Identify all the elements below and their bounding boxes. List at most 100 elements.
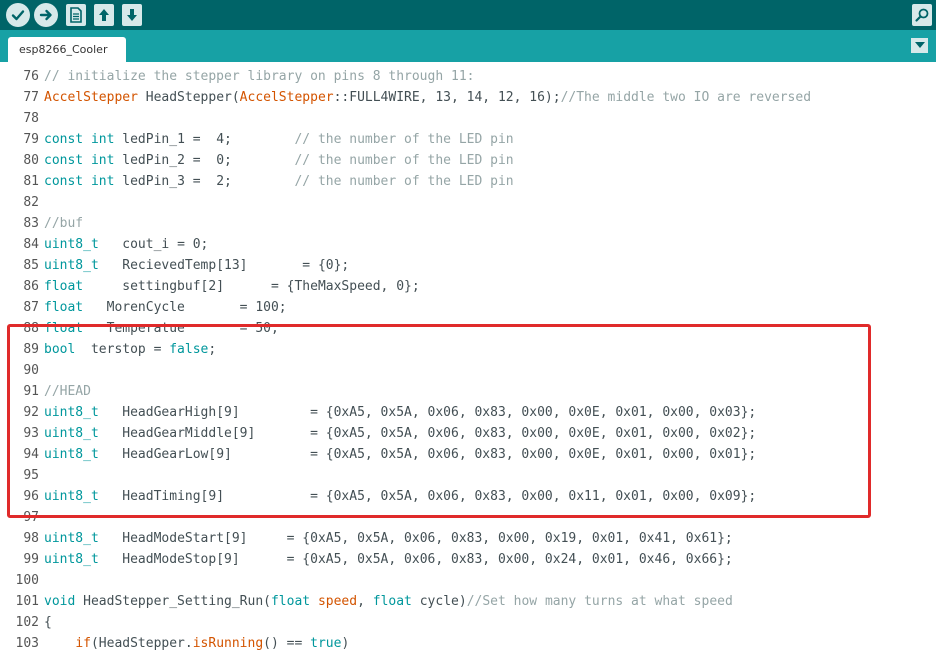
code-token: isRunning [192, 636, 264, 651]
code-line[interactable]: 102 { [0, 612, 936, 633]
code-line[interactable]: 85 uint8_t RecievedTemp[13] = {0}; [0, 255, 936, 276]
code-token: int [90, 132, 115, 147]
code-token: uint8_t [44, 237, 99, 252]
code-token: cycle) [411, 594, 467, 609]
line-code: const int ledPin_1 = 4; // the number of… [44, 129, 514, 150]
code-line[interactable]: 84 uint8_t cout_i = 0; [0, 234, 936, 255]
line-code: uint8_t HeadModeStart[9] = {0xA5, 0x5A, … [44, 528, 733, 549]
line-number: 87 [23, 300, 39, 315]
line-number: 80 [23, 153, 39, 168]
code-line[interactable]: 103 if(HeadStepper.isRunning() == true) [0, 633, 936, 654]
line-number: 84 [23, 237, 39, 252]
line-code: uint8_t cout_i = 0; [44, 234, 208, 255]
line-number: 79 [23, 132, 39, 147]
code-line[interactable]: 101 void HeadStepper_Setting_Run(float sp… [0, 591, 936, 612]
code-token: speed [317, 594, 358, 609]
line-code: uint8_t RecievedTemp[13] = {0}; [44, 255, 349, 276]
code-line[interactable]: 83 //buf [0, 213, 936, 234]
code-token: AccelStepper [44, 90, 138, 105]
code-token: (HeadStepper. [90, 636, 193, 651]
code-line[interactable]: 76 // initialize the stepper library on p… [0, 66, 936, 87]
verify-button[interactable] [6, 3, 30, 27]
code-token: if [75, 636, 91, 651]
line-code: uint8_t HeadModeStop[9] = {0xA5, 0x5A, 0… [44, 549, 733, 570]
code-line[interactable]: 79 const int ledPin_1 = 4; // the number … [0, 129, 936, 150]
line-number: 83 [23, 216, 39, 231]
code-token: uint8_t [44, 258, 99, 273]
serial-monitor-button[interactable] [912, 4, 932, 26]
code-token: // the number of the LED pin [294, 174, 514, 189]
file-icon [70, 7, 82, 23]
line-number: 76 [23, 69, 39, 84]
code-token: float [44, 300, 84, 315]
code-line[interactable]: 77 AccelStepper HeadStepper(AccelStepper:… [0, 87, 936, 108]
line-number: 78 [23, 111, 39, 126]
code-token: // the number of the LED pin [294, 153, 514, 168]
code-token: int [90, 153, 115, 168]
line-number: 86 [23, 279, 39, 294]
line-number: 85 [23, 258, 39, 273]
code-token: // the number of the LED pin [294, 132, 514, 147]
code-token: () == [263, 636, 311, 651]
line-number: 81 [23, 174, 39, 189]
code-token: , [357, 594, 373, 609]
code-token: HeadStepper( [137, 90, 240, 105]
code-line[interactable]: 80 const int ledPin_2 = 0; // the number … [0, 150, 936, 171]
line-code: AccelStepper HeadStepper(AccelStepper::F… [44, 87, 811, 108]
code-line[interactable]: 100 [0, 570, 936, 591]
code-token: ledPin_3 = 2; [114, 174, 295, 189]
open-button[interactable] [94, 4, 114, 26]
code-token: ledPin_2 = 0; [114, 153, 295, 168]
save-button[interactable] [122, 4, 142, 26]
new-button[interactable] [66, 4, 86, 26]
code-token: //The middle two IO are reversed [560, 90, 812, 105]
line-number: 103 [15, 636, 39, 651]
code-line[interactable]: 82 [0, 192, 936, 213]
code-token: const [44, 132, 84, 147]
code-line[interactable]: 99 uint8_t HeadModeStop[9] = {0xA5, 0x5A,… [0, 549, 936, 570]
code-token: cout_i = 0; [98, 237, 209, 252]
line-code: const int ledPin_2 = 0; // the number of… [44, 150, 514, 171]
tab-menu-button[interactable] [911, 38, 928, 53]
code-token: const [44, 153, 84, 168]
line-code: { [44, 612, 52, 633]
code-token: float [372, 594, 412, 609]
highlight-annotation [7, 324, 871, 518]
code-token: uint8_t [44, 531, 99, 546]
line-number: 77 [23, 90, 39, 105]
code-token: HeadModeStop[9] = {0xA5, 0x5A, 0x06, 0x8… [98, 552, 733, 567]
upload-button[interactable] [34, 3, 58, 27]
arrow-right-icon [39, 9, 52, 21]
code-line[interactable]: 78 [0, 108, 936, 129]
tab-bar: esp8266_Cooler [0, 30, 936, 62]
tab-esp8266-cooler[interactable]: esp8266_Cooler [8, 37, 126, 62]
line-code: if(HeadStepper.isRunning() == true) [44, 633, 349, 654]
code-line[interactable]: 87 float MorenCycle = 100; [0, 297, 936, 318]
code-token: HeadModeStart[9] = {0xA5, 0x5A, 0x06, 0x… [98, 531, 733, 546]
toolbar [0, 0, 936, 30]
arrow-up-icon [99, 9, 109, 21]
code-token: RecievedTemp[13] = {0}; [98, 258, 350, 273]
code-token: AccelStepper [239, 90, 334, 105]
code-line[interactable]: 98 uint8_t HeadModeStart[9] = {0xA5, 0x5A… [0, 528, 936, 549]
line-code: void HeadStepper_Setting_Run(float speed… [44, 591, 733, 612]
code-token: int [90, 174, 115, 189]
code-token: true [310, 636, 342, 651]
chevron-down-icon [914, 42, 925, 48]
code-token: HeadStepper_Setting_Run( [75, 594, 271, 609]
code-token: ) [341, 636, 350, 651]
check-icon [11, 10, 25, 21]
line-number: 101 [15, 594, 39, 609]
code-line[interactable]: 86 float settingbuf[2] = {TheMaxSpeed, 0}… [0, 276, 936, 297]
code-token: void [44, 594, 76, 609]
code-token: float [44, 279, 84, 294]
line-code: float MorenCycle = 100; [44, 297, 287, 318]
line-number: 98 [23, 531, 39, 546]
tab-label: esp8266_Cooler [19, 43, 108, 56]
code-token: float [270, 594, 311, 609]
code-line[interactable]: 81 const int ledPin_3 = 2; // the number … [0, 171, 936, 192]
line-number: 102 [15, 615, 39, 630]
